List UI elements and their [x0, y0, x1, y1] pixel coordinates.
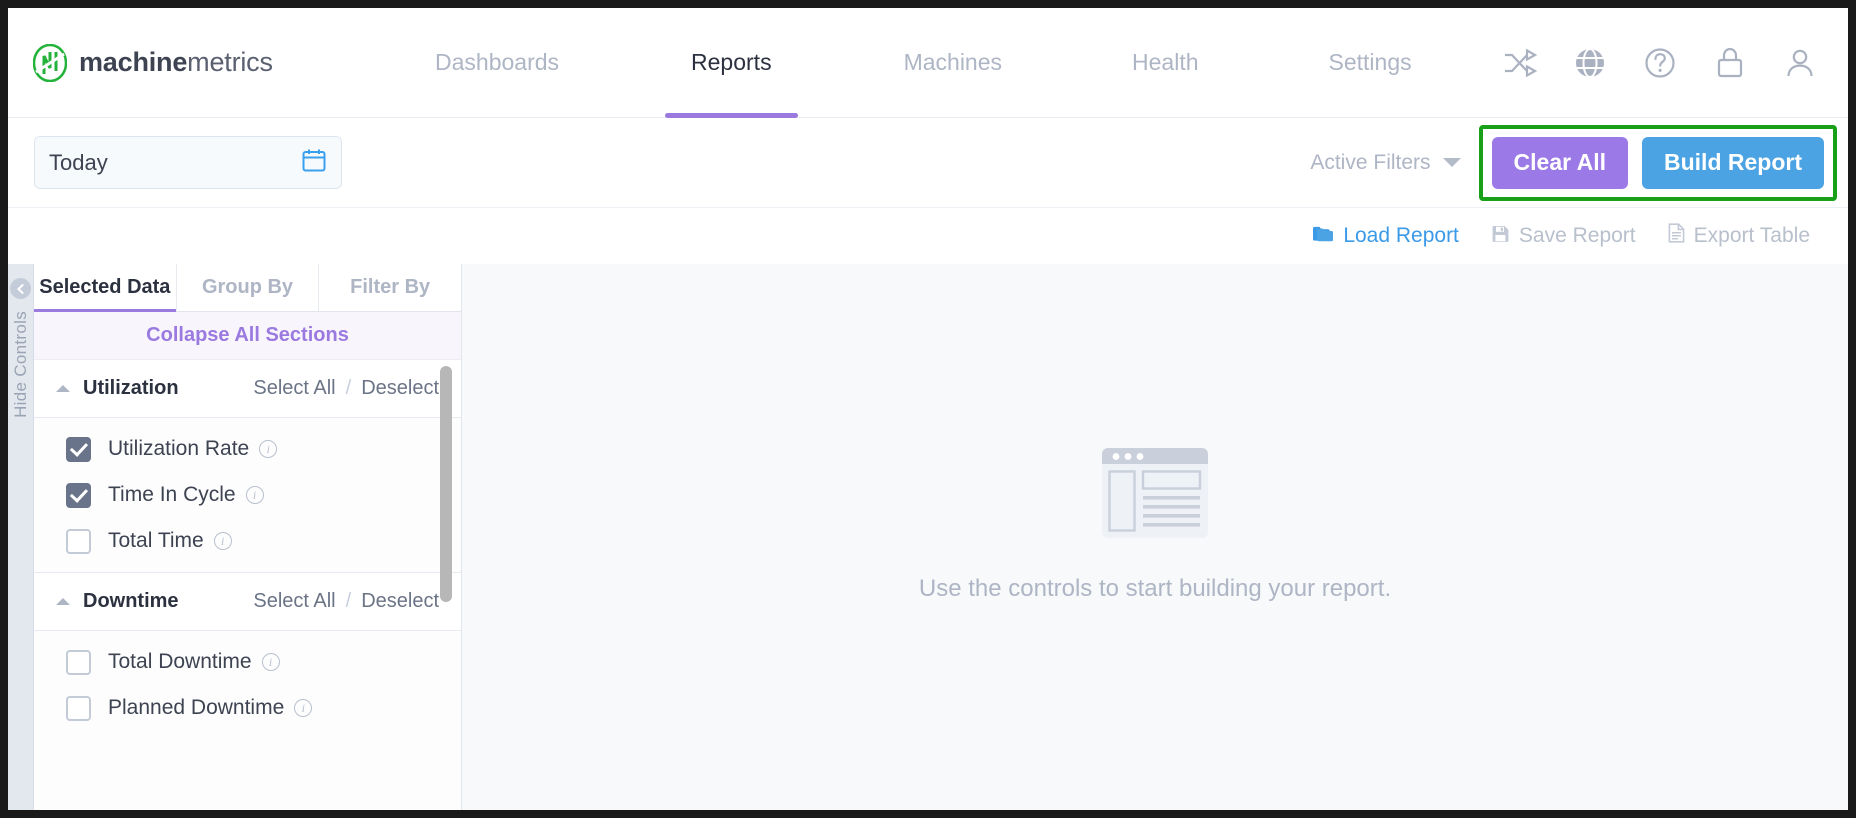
nav-item-health[interactable]: Health [1122, 8, 1208, 118]
option-list-downtime: Total Downtime i Planned Downtime i [34, 631, 461, 731]
section-title-downtime: Downtime [83, 590, 179, 612]
report-actions-highlight: Clear All Build Report [1478, 124, 1837, 201]
nav-item-reports[interactable]: Reports [665, 8, 798, 118]
folder-icon [1312, 224, 1334, 249]
lock-icon[interactable] [1712, 45, 1748, 81]
option-total-time[interactable]: Total Time i [34, 518, 461, 564]
user-icon[interactable] [1782, 45, 1818, 81]
option-label-total-downtime: Total Downtime [108, 650, 252, 673]
report-canvas: Use the controls to start building your … [462, 264, 1848, 810]
info-icon[interactable]: i [259, 440, 278, 458]
option-label-planned-downtime: Planned Downtime [108, 696, 285, 719]
nav-item-settings[interactable]: Settings [1319, 8, 1422, 118]
panel-scrollbar-thumb[interactable] [440, 366, 452, 602]
hide-controls-toggle[interactable]: Hide Controls [8, 264, 34, 810]
help-icon[interactable] [1642, 45, 1678, 81]
brand-name-bold: machine [79, 47, 188, 77]
section-header-utilization: Utilization Select All / Deselect [34, 360, 461, 418]
hide-controls-label: Hide Controls [10, 311, 30, 418]
option-list-utilization: Utilization Rate i Time In Cycle i Total… [34, 418, 461, 573]
report-placeholder-icon [1101, 447, 1209, 539]
option-label-utilization-rate: Utilization Rate [108, 437, 250, 460]
checkbox-total-time[interactable] [66, 528, 91, 554]
controls-panel: Selected Data Group By Filter By Collaps… [34, 264, 462, 810]
select-all-utilization[interactable]: Select All [253, 377, 335, 400]
brand-name: machinemetrics [79, 47, 273, 78]
section-title-utilization: Utilization [83, 377, 179, 399]
checkbox-planned-downtime[interactable] [66, 695, 91, 721]
section-select-links-utilization: Select All / Deselect [253, 377, 439, 400]
active-filters-dropdown[interactable]: Active Filters [1310, 150, 1461, 175]
panel-scrollbar[interactable] [440, 366, 452, 810]
panel-scroll-area: Utilization Select All / Deselect Utiliz… [34, 360, 461, 810]
option-time-in-cycle[interactable]: Time In Cycle i [34, 472, 461, 518]
option-planned-downtime[interactable]: Planned Downtime i [34, 685, 461, 731]
nav-links: Dashboards Reports Machines Health Setti… [363, 8, 1502, 118]
shuffle-icon[interactable] [1502, 45, 1538, 81]
section-header-downtime: Downtime Select All / Deselect [34, 573, 461, 631]
export-table-action[interactable]: Export Table [1668, 223, 1810, 249]
save-report-action[interactable]: Save Report [1491, 224, 1636, 249]
info-icon[interactable]: i [261, 653, 280, 671]
brand-name-light: metrics [187, 47, 273, 77]
checkbox-utilization-rate[interactable] [66, 436, 91, 462]
globe-icon[interactable] [1572, 45, 1608, 81]
collapse-all-sections-button[interactable]: Collapse All Sections [34, 312, 461, 360]
option-total-downtime[interactable]: Total Downtime i [34, 639, 461, 685]
nav-item-machines[interactable]: Machines [894, 8, 1012, 118]
app-window: machinemetrics Dashboards Reports Machin… [8, 8, 1848, 810]
caret-up-icon[interactable] [56, 598, 70, 605]
deselect-utilization[interactable]: Deselect [361, 377, 439, 400]
option-label-time-in-cycle: Time In Cycle [108, 483, 236, 506]
filter-toolbar-right: Active Filters Clear All Build Report [1310, 124, 1848, 201]
select-links-separator: / [345, 590, 352, 612]
calendar-icon[interactable] [301, 147, 327, 178]
save-report-label: Save Report [1518, 224, 1636, 247]
chevron-left-circle-icon [10, 278, 31, 299]
active-filters-label: Active Filters [1310, 150, 1431, 174]
clear-all-button[interactable]: Clear All [1491, 136, 1628, 189]
filter-toolbar: Today Active Filters Clear All Build Rep… [8, 118, 1848, 208]
machinemetrics-logo-icon [32, 43, 68, 82]
option-utilization-rate[interactable]: Utilization Rate i [34, 426, 461, 472]
document-icon [1668, 223, 1685, 249]
report-action-links: Load Report Save Report Export Table [8, 208, 1848, 264]
date-range-picker[interactable]: Today [34, 136, 342, 189]
section-select-links-downtime: Select All / Deselect [253, 590, 439, 613]
deselect-downtime[interactable]: Deselect [361, 590, 439, 613]
checkbox-total-downtime[interactable] [66, 649, 91, 675]
chevron-down-icon [1442, 158, 1461, 167]
checkbox-time-in-cycle[interactable] [66, 482, 91, 508]
load-report-label: Load Report [1343, 224, 1459, 247]
save-disk-icon [1491, 224, 1510, 249]
nav-item-dashboards[interactable]: Dashboards [425, 8, 569, 118]
brand-logo[interactable]: machinemetrics [32, 43, 363, 82]
select-all-downtime[interactable]: Select All [253, 590, 335, 613]
page-body: Hide Controls Selected Data Group By Fil… [8, 264, 1848, 810]
empty-state-message: Use the controls to start building your … [918, 574, 1392, 602]
panel-tabs: Selected Data Group By Filter By [34, 264, 462, 312]
tab-filter-by[interactable]: Filter By [319, 264, 462, 311]
build-report-button[interactable]: Build Report [1642, 136, 1824, 189]
info-icon[interactable]: i [294, 699, 313, 717]
info-icon[interactable]: i [213, 532, 232, 550]
nav-icon-group [1502, 45, 1818, 81]
date-range-value: Today [49, 149, 108, 175]
top-navigation-bar: machinemetrics Dashboards Reports Machin… [8, 8, 1848, 118]
tab-selected-data[interactable]: Selected Data [34, 264, 177, 312]
export-table-label: Export Table [1693, 224, 1810, 247]
select-links-separator: / [345, 377, 352, 399]
option-label-total-time: Total Time [108, 529, 204, 552]
load-report-action[interactable]: Load Report [1312, 224, 1459, 249]
caret-up-icon[interactable] [56, 385, 70, 392]
info-icon[interactable]: i [245, 486, 264, 504]
tab-group-by[interactable]: Group By [176, 264, 320, 311]
